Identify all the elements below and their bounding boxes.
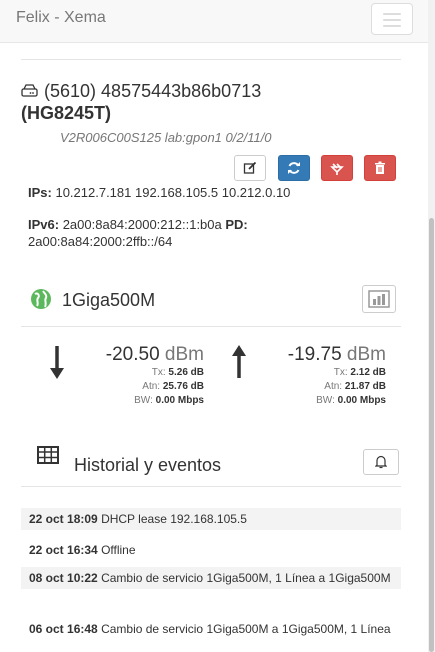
ips-line: IPs: 10.212.7.181 192.168.105.5 10.212.0… bbox=[28, 184, 290, 201]
up-tx: Tx: 2.12 dB bbox=[333, 367, 386, 378]
service-name: 1Giga500M bbox=[62, 290, 156, 310]
up-power-unit: dBm bbox=[346, 344, 386, 365]
event-time: 08 oct 10:22 bbox=[29, 571, 98, 585]
event-text: Cambio de servicio 1Giga500M, 1 Línea a … bbox=[101, 571, 391, 585]
down-power-value: -20.50 bbox=[105, 344, 160, 365]
menu-toggle-button[interactable] bbox=[371, 3, 413, 35]
event-row: 06 oct 16:48 Cambio de servicio 1Giga500… bbox=[21, 618, 401, 640]
down-power: -20.50 dBm bbox=[106, 344, 204, 366]
divider bbox=[21, 486, 401, 487]
refresh-icon bbox=[288, 162, 300, 174]
chart-button[interactable] bbox=[362, 285, 396, 313]
ips-label: IPs: bbox=[28, 185, 52, 200]
ipv6-value: 2a00:8a84:2000:212::1:b0a bbox=[62, 217, 222, 232]
device-model: (HG8245T) bbox=[21, 103, 112, 123]
device-id-serial: (5610) 48575443b86b0713 bbox=[44, 81, 262, 101]
router-icon bbox=[21, 84, 38, 97]
event-row: 22 oct 16:34 Offline bbox=[21, 539, 401, 561]
arrow-up-icon bbox=[232, 345, 246, 378]
trash-icon bbox=[375, 161, 385, 174]
divider bbox=[21, 326, 401, 327]
delete-button[interactable] bbox=[364, 155, 396, 181]
event-time: 06 oct 16:48 bbox=[29, 622, 98, 636]
ipv6-line: IPv6: 2a00:8a84:2000:212::1:b0a PD: 2a00… bbox=[28, 216, 328, 250]
bell-icon bbox=[375, 455, 387, 469]
event-time: 22 oct 18:09 bbox=[29, 512, 98, 526]
navbar-brand[interactable]: Felix - Xema bbox=[16, 9, 106, 27]
pd-value: 2a00:8a84:2000:2ffb::/64 bbox=[28, 234, 173, 249]
event-time: 22 oct 16:34 bbox=[29, 543, 98, 557]
scrollbar-thumb[interactable] bbox=[429, 218, 434, 652]
bar-chart-icon bbox=[368, 290, 390, 308]
down-power-unit: dBm bbox=[164, 344, 204, 365]
event-text: Cambio de servicio 1Giga500M a 1Giga500M… bbox=[101, 622, 391, 636]
device-firmware: V2R006C00S125 lab:gpon1 0/2/11/0 bbox=[60, 130, 272, 145]
edit-button[interactable] bbox=[234, 155, 266, 181]
history-title: Historial y eventos bbox=[74, 455, 222, 475]
down-atn: Atn: 25.76 dB bbox=[142, 381, 204, 392]
disconnect-button[interactable] bbox=[321, 155, 353, 181]
ipv6-label: IPv6: bbox=[28, 217, 60, 232]
up-bw: BW: 0.00 Mbps bbox=[316, 395, 386, 406]
event-row: 22 oct 18:09 DHCP lease 192.168.105.5 bbox=[21, 508, 401, 530]
device-title: (5610) 48575443b86b0713 (HG8245T) bbox=[21, 80, 261, 124]
event-text: DHCP lease 192.168.105.5 bbox=[101, 512, 247, 526]
globe-icon bbox=[31, 289, 51, 309]
event-row: 08 oct 10:22 Cambio de servicio 1Giga500… bbox=[21, 567, 401, 589]
pd-label: PD: bbox=[225, 217, 248, 232]
plug-icon bbox=[330, 163, 344, 175]
up-power: -19.75 dBm bbox=[288, 344, 386, 366]
table-icon bbox=[37, 446, 59, 464]
edit-icon bbox=[243, 161, 257, 174]
navbar: Felix - Xema bbox=[0, 0, 435, 43]
event-text: Offline bbox=[101, 543, 136, 557]
up-power-value: -19.75 bbox=[287, 344, 342, 365]
divider bbox=[21, 59, 401, 60]
down-tx: Tx: 5.26 dB bbox=[151, 367, 204, 378]
refresh-button[interactable] bbox=[278, 155, 310, 181]
up-atn: Atn: 21.87 dB bbox=[324, 381, 386, 392]
down-bw: BW: 0.00 Mbps bbox=[134, 395, 204, 406]
hamburger-icon bbox=[383, 13, 401, 15]
notifications-button[interactable] bbox=[363, 449, 399, 475]
ips-value: 10.212.7.181 192.168.105.5 10.212.0.10 bbox=[55, 185, 291, 200]
device-card: (5610) 48575443b86b0713 (HG8245T) V2R006… bbox=[0, 42, 426, 652]
arrow-down-icon bbox=[50, 346, 64, 379]
